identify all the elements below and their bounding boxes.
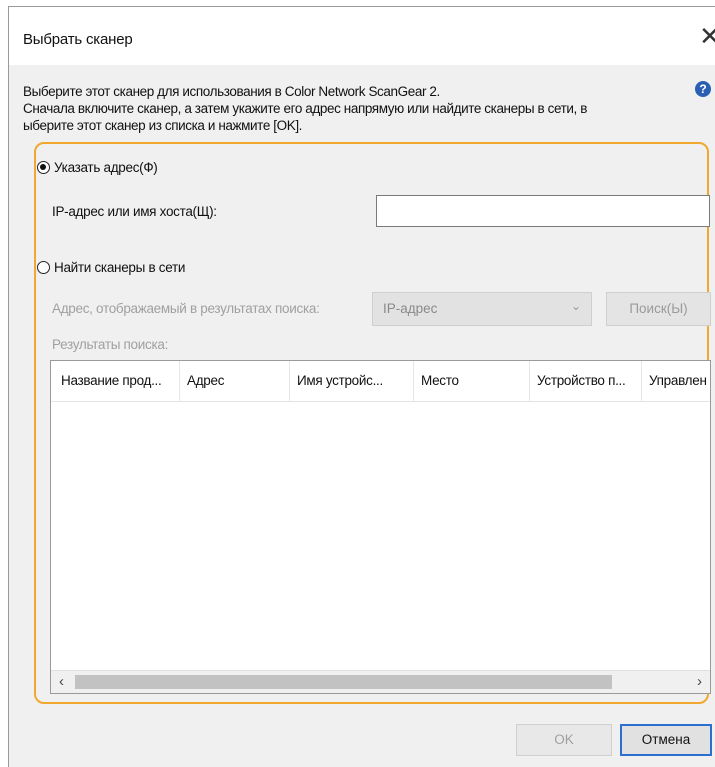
instructions-text: Выберите этот сканер для использования в…	[23, 83, 587, 134]
address-type-select[interactable]: IP-адрес ⌄	[372, 292, 592, 326]
instructions-line-2: Сначала включите сканер, а затем укажите…	[23, 101, 588, 116]
column-separator[interactable]	[289, 361, 290, 401]
title-bar: Выбрать сканер ✕	[9, 7, 715, 65]
help-icon[interactable]: ?	[695, 81, 711, 97]
search-results-table[interactable]: Название прод... Адрес Имя устройс... Ме…	[50, 360, 711, 694]
chevron-down-icon: ⌄	[570, 299, 581, 313]
column-separator[interactable]	[641, 361, 642, 401]
search-button[interactable]: Поиск(Ы)	[606, 292, 711, 326]
column-header-address[interactable]: Адрес	[187, 373, 224, 388]
scroll-right-icon[interactable]: ›	[697, 673, 702, 690]
table-header: Название прод... Адрес Имя устройс... Ме…	[51, 361, 710, 402]
instructions-line-1: Выберите этот сканер для использования в…	[23, 84, 440, 99]
scrollbar-thumb[interactable]	[75, 675, 612, 689]
radio-specify-address-label: Указать адрес(Ф)	[54, 160, 158, 175]
address-type-value: IP-адрес	[383, 301, 438, 316]
radio-find-scanners[interactable]: Найти сканеры в сети	[37, 260, 185, 275]
radio-button-unchecked[interactable]	[37, 261, 50, 274]
column-separator[interactable]	[413, 361, 414, 401]
column-header-device-type[interactable]: Устройство п...	[537, 373, 626, 388]
column-separator[interactable]	[179, 361, 180, 401]
cancel-button[interactable]: Отмена	[620, 724, 712, 756]
ok-button[interactable]: OK	[516, 724, 612, 756]
scroll-left-icon[interactable]: ‹	[59, 673, 64, 690]
horizontal-scrollbar[interactable]: ‹ ›	[51, 670, 710, 693]
radio-specify-address[interactable]: Указать адрес(Ф)	[37, 160, 158, 175]
radio-button-checked[interactable]	[37, 161, 50, 174]
ip-address-input[interactable]	[376, 195, 710, 227]
column-separator[interactable]	[529, 361, 530, 401]
radio-find-scanners-label: Найти сканеры в сети	[54, 260, 186, 275]
instructions-line-3: ыберите этот сканер из списка и нажмите …	[23, 118, 303, 133]
column-header-product-name[interactable]: Название прод...	[61, 373, 162, 388]
ip-address-label: IP-адрес или имя хоста(Щ):	[52, 204, 217, 219]
search-address-label: Адрес, отображаемый в результатах поиска…	[52, 301, 320, 316]
dialog-title: Выбрать сканер	[23, 31, 133, 48]
search-results-label: Результаты поиска:	[52, 337, 169, 352]
close-icon[interactable]: ✕	[699, 21, 715, 52]
column-header-device-name[interactable]: Имя устройс...	[297, 373, 383, 388]
column-header-location[interactable]: Место	[421, 373, 459, 388]
column-header-management[interactable]: Управлен	[649, 373, 707, 388]
